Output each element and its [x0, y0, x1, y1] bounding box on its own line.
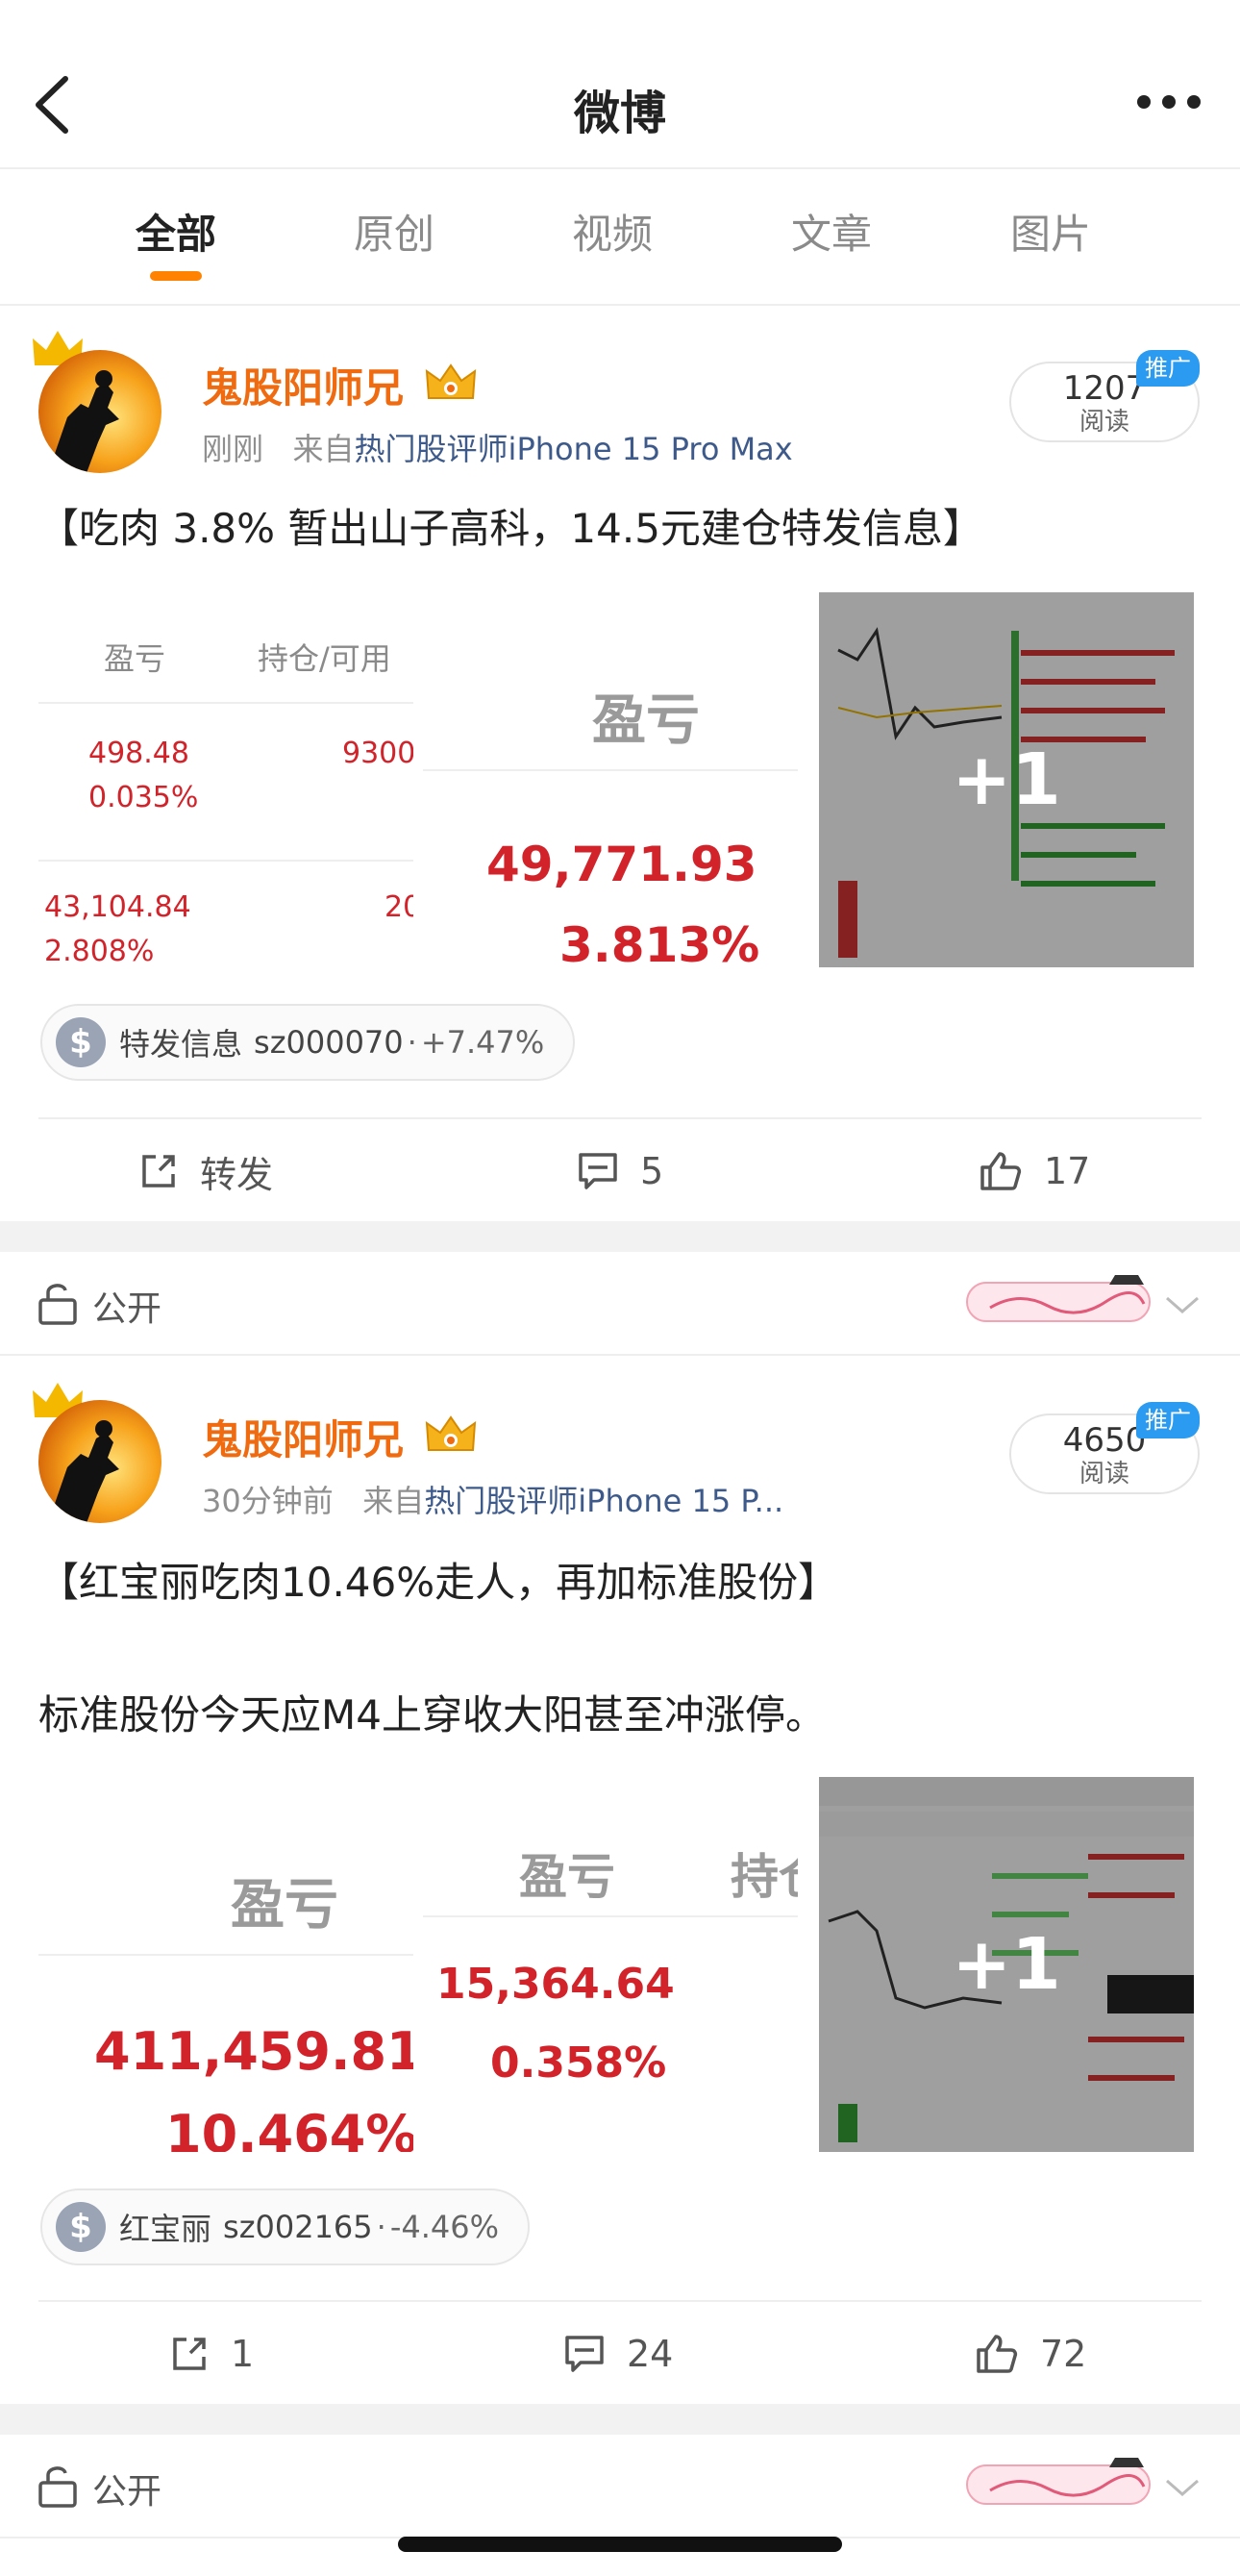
unlock-icon [38, 1284, 77, 1325]
source-prefix: 来自 [292, 431, 355, 467]
stock-change: -4.46% [389, 2209, 500, 2245]
stock-code: sz000070 [254, 1024, 404, 1061]
like-button[interactable]: 17 [979, 1119, 1090, 1223]
repost-count: 1 [231, 2333, 255, 2375]
stock-change: +7.47% [420, 1024, 545, 1061]
read-label: 阅读 [1079, 408, 1129, 437]
more-images-count: +1 [819, 1777, 1194, 2152]
vip-crown-icon [425, 1415, 477, 1451]
visibility-label: 公开 [92, 1289, 162, 1329]
signature-stamp [966, 1275, 1151, 1322]
post-card[interactable]: 鬼股阳师兄 30分钟前 来自热门股评师iPhone 15 P... 4650 阅… [0, 1358, 1240, 2404]
thumbs-up-icon [980, 1152, 1022, 1190]
post-source[interactable]: 热门股评师iPhone 15 P... [424, 1483, 783, 1519]
post-image-more[interactable]: +1 [819, 592, 1194, 967]
repost-button[interactable]: 1 [169, 2302, 254, 2406]
post-meta: 30分钟前 来自热门股评师iPhone 15 P... [202, 1477, 783, 1521]
thumbs-up-icon [977, 2335, 1018, 2373]
stock-name: 特发信息 [119, 1026, 243, 1063]
feed-separator [0, 2404, 1240, 2435]
tab-original[interactable]: 原创 [317, 202, 471, 261]
chevron-down-icon[interactable] [1163, 1294, 1202, 1315]
stock-tag[interactable]: $ 红宝丽 sz002165 · -4.46% [40, 2188, 531, 2265]
dollar-icon: $ [56, 2202, 106, 2252]
visibility-row[interactable]: 公开 [0, 2435, 1240, 2538]
vip-crown-icon [425, 363, 477, 399]
repost-button[interactable]: 转发 [138, 1119, 273, 1223]
post-text: 标准股份今天应M4上穿收大阳甚至冲涨停。 [38, 1691, 826, 1738]
repost-label: 转发 [200, 1153, 274, 1196]
post-meta: 刚刚 来自热门股评师iPhone 15 Pro Max [202, 425, 793, 469]
like-count: 17 [1044, 1150, 1091, 1192]
visibility-row[interactable]: 公开 [0, 1252, 1240, 1356]
avatar[interactable] [38, 1400, 161, 1523]
post-time: 30分钟前 [202, 1483, 334, 1519]
tab-all[interactable]: 全部 [99, 202, 253, 261]
promo-badge: 推广 [1136, 1402, 1200, 1438]
username[interactable]: 鬼股阳师兄 [202, 1408, 404, 1466]
repost-icon [142, 1155, 175, 1188]
tab-article[interactable]: 文章 [755, 202, 908, 261]
page-title: 微博 [573, 87, 666, 140]
signature-stamp [966, 2458, 1151, 2505]
comment-button[interactable]: 24 [563, 2302, 673, 2406]
comment-count: 24 [627, 2333, 674, 2375]
source-prefix: 来自 [362, 1483, 425, 1519]
unlock-icon [38, 2466, 77, 2508]
action-bar: 转发 5 17 [38, 1117, 1202, 1221]
visibility-label: 公开 [92, 2472, 162, 2512]
comment-icon [565, 2336, 604, 2372]
home-indicator[interactable] [398, 2537, 842, 2552]
post-text: 【红宝丽吃肉10.46%走人，再加标准股份】 [38, 1559, 839, 1606]
nav-bar: 微博 [0, 0, 1240, 169]
post-image[interactable]: 盈亏 持仓/可用 498.48 0.035% 9300 43,104.84 2.… [38, 592, 413, 967]
stock-code: sz002165 [223, 2209, 373, 2245]
comment-icon [579, 1153, 617, 1189]
comment-count: 5 [640, 1150, 664, 1192]
post-time: 刚刚 [202, 431, 264, 467]
post-image[interactable]: 盈亏 411,459.81 10.464% [38, 1777, 413, 2152]
feed-separator [0, 1221, 1240, 1252]
like-count: 72 [1040, 2333, 1087, 2375]
dollar-icon: $ [56, 1017, 106, 1067]
filter-tabs: 全部 原创 视频 文章 图片 [0, 171, 1240, 306]
comment-button[interactable]: 5 [577, 1119, 663, 1223]
like-button[interactable]: 72 [975, 2302, 1086, 2406]
post-image-more[interactable]: +1 [819, 1777, 1194, 2152]
repost-icon [173, 2338, 206, 2370]
tab-images[interactable]: 图片 [974, 202, 1128, 261]
action-bar: 1 24 72 [38, 2300, 1202, 2404]
stock-name: 红宝丽 [119, 2211, 212, 2247]
more-options-icon[interactable] [1134, 92, 1203, 112]
post-image[interactable]: 盈亏 持仓 15,364.64 0.358% [423, 1777, 798, 2152]
chevron-down-icon[interactable] [1163, 2477, 1202, 2498]
username[interactable]: 鬼股阳师兄 [202, 356, 404, 414]
post-text: 【吃肉 3.8% 暂出山子高科，14.5元建仓特发信息】 [38, 505, 983, 552]
post-source[interactable]: 热门股评师iPhone 15 Pro Max [355, 431, 793, 467]
more-images-count: +1 [819, 592, 1194, 967]
post-image[interactable]: 盈亏 49,771.93 3.813% [423, 592, 798, 967]
avatar[interactable] [38, 350, 161, 473]
stock-tag[interactable]: $ 特发信息 sz000070 · +7.47% [40, 1004, 576, 1081]
promo-badge: 推广 [1136, 350, 1200, 387]
read-label: 阅读 [1079, 1460, 1129, 1488]
tab-video[interactable]: 视频 [535, 202, 689, 261]
post-card[interactable]: 鬼股阳师兄 刚刚 来自热门股评师iPhone 15 Pro Max 1207 阅… [0, 308, 1240, 1221]
active-tab-indicator [150, 271, 202, 281]
